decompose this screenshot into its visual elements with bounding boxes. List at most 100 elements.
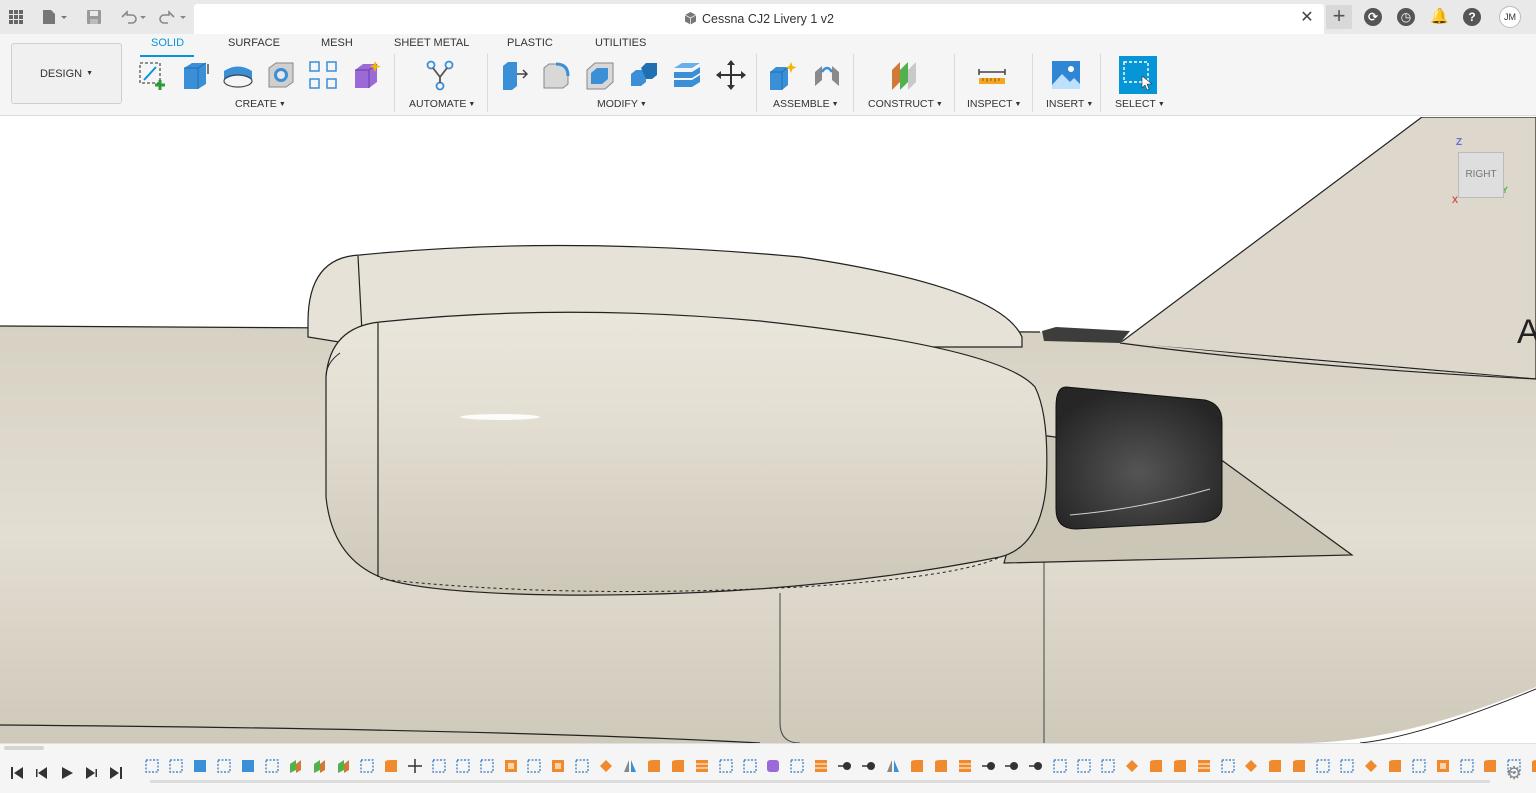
avatar[interactable]: JM (1499, 6, 1521, 28)
timeline-feature-joint-icon[interactable] (981, 758, 997, 774)
go-to-end-icon[interactable] (107, 764, 125, 782)
timeline-feature-joint-icon[interactable] (1004, 758, 1020, 774)
timeline-feature-fillet-icon[interactable] (1172, 758, 1188, 774)
timeline-feature-plane-icon[interactable] (335, 758, 351, 774)
timeline-feature-sketch-icon[interactable] (1339, 758, 1355, 774)
timeline-feature-sketch-icon[interactable] (1076, 758, 1092, 774)
timeline-feature-split-icon[interactable] (957, 758, 973, 774)
timeline-feature-press-icon[interactable] (1243, 758, 1259, 774)
timeline-feature-sketch-icon[interactable] (1100, 758, 1116, 774)
timeline-feature-shell-icon[interactable] (503, 758, 519, 774)
create-form-icon[interactable] (347, 56, 385, 94)
timeline-feature-press-icon[interactable] (1363, 758, 1379, 774)
timeline-feature-form-icon[interactable] (765, 758, 781, 774)
timeline-feature-fillet-icon[interactable] (909, 758, 925, 774)
timeline-feature-shell-icon[interactable] (550, 758, 566, 774)
horizontal-scrollbar[interactable] (4, 746, 44, 750)
save-icon[interactable] (82, 5, 106, 29)
timeline-feature-sketch-icon[interactable] (455, 758, 471, 774)
timeline-feature-sketch-icon[interactable] (479, 758, 495, 774)
document-tab[interactable]: Cessna CJ2 Livery 1 v2 ✕ (194, 4, 1324, 34)
timeline-feature-sketch-icon[interactable] (359, 758, 375, 774)
step-forward-icon[interactable] (82, 764, 100, 782)
tab-utilities[interactable]: UTILITIES (595, 37, 646, 49)
timeline-feature-split-icon[interactable] (1196, 758, 1212, 774)
play-icon[interactable] (58, 764, 76, 782)
pattern-icon[interactable] (304, 56, 342, 94)
create-menu[interactable]: CREATE ▼ (235, 98, 286, 110)
timeline-feature-move-icon[interactable] (407, 758, 423, 774)
timeline-feature-extrude-icon[interactable] (192, 758, 208, 774)
timeline-feature-press-icon[interactable] (598, 758, 614, 774)
timeline-feature-joint-icon[interactable] (861, 758, 877, 774)
timeline-feature-sketch-icon[interactable] (718, 758, 734, 774)
aircraft-model[interactable] (0, 117, 1536, 743)
new-component-icon[interactable] (764, 56, 802, 94)
move-copy-icon[interactable] (712, 56, 750, 94)
timeline-feature-mirror-icon[interactable] (622, 758, 638, 774)
timeline-feature-fillet-icon[interactable] (383, 758, 399, 774)
new-tab-button[interactable]: + (1326, 5, 1352, 29)
help-icon[interactable]: ? (1463, 8, 1481, 26)
close-tab-icon[interactable]: ✕ (1298, 9, 1316, 27)
view-cube[interactable]: Z Y X RIGHT (1450, 137, 1510, 207)
offset-plane-icon[interactable] (884, 56, 922, 94)
insert-image-icon[interactable] (1047, 56, 1085, 94)
tab-solid[interactable]: SOLID (151, 37, 184, 49)
apps-grid-icon[interactable] (4, 5, 28, 29)
timeline-feature-sketch-icon[interactable] (1411, 758, 1427, 774)
viewcube-face-right[interactable]: RIGHT (1458, 152, 1504, 198)
redo-icon[interactable] (156, 5, 190, 29)
timeline-feature-joint-icon[interactable] (837, 758, 853, 774)
timeline-feature-sketch-icon[interactable] (431, 758, 447, 774)
insert-menu[interactable]: INSERT ▼ (1046, 98, 1093, 110)
timeline-feature-shell-icon[interactable] (1435, 758, 1451, 774)
job-status-icon[interactable]: ◷ (1397, 8, 1415, 26)
timeline-feature-sketch-icon[interactable] (216, 758, 232, 774)
go-to-start-icon[interactable] (8, 764, 26, 782)
timeline-feature-fillet-icon[interactable] (646, 758, 662, 774)
timeline-feature-fillet-icon[interactable] (1387, 758, 1403, 774)
timeline-feature-split-icon[interactable] (694, 758, 710, 774)
tab-surface[interactable]: SURFACE (228, 37, 280, 49)
timeline-feature-sketch-icon[interactable] (574, 758, 590, 774)
timeline-feature-fillet-icon[interactable] (1482, 758, 1498, 774)
timeline-feature-sketch-icon[interactable] (526, 758, 542, 774)
timeline-feature-fillet-icon[interactable] (1267, 758, 1283, 774)
modify-menu[interactable]: MODIFY ▼ (597, 98, 647, 110)
fillet-icon[interactable] (538, 56, 576, 94)
revolve-icon[interactable] (219, 56, 257, 94)
timeline-feature-plane-icon[interactable] (287, 758, 303, 774)
timeline-feature-split-icon[interactable] (813, 758, 829, 774)
file-menu-icon[interactable] (38, 5, 72, 29)
timeline-feature-sketch-icon[interactable] (742, 758, 758, 774)
timeline-settings-icon[interactable]: ⚙ (1506, 764, 1524, 782)
inspect-menu[interactable]: INSPECT ▼ (967, 98, 1021, 110)
timeline-feature-fillet-icon[interactable] (1530, 758, 1536, 774)
extrude-icon[interactable] (176, 56, 214, 94)
timeline-feature-sketch-icon[interactable] (1052, 758, 1068, 774)
automate-menu[interactable]: AUTOMATE ▼ (409, 98, 475, 110)
combine-icon[interactable] (625, 56, 663, 94)
timeline-feature-sketch-icon[interactable] (1220, 758, 1236, 774)
timeline-feature-extrude-icon[interactable] (240, 758, 256, 774)
timeline-feature-fillet-icon[interactable] (1148, 758, 1164, 774)
split-body-icon[interactable] (668, 56, 706, 94)
timeline-feature-sketch-icon[interactable] (264, 758, 280, 774)
timeline-feature-fillet-icon[interactable] (933, 758, 949, 774)
timeline-feature-fillet-icon[interactable] (1291, 758, 1307, 774)
notifications-icon[interactable]: 🔔 (1430, 8, 1449, 26)
undo-icon[interactable] (116, 5, 150, 29)
measure-icon[interactable] (973, 56, 1011, 94)
joint-icon[interactable] (808, 56, 846, 94)
timeline-feature-sketch-icon[interactable] (168, 758, 184, 774)
step-back-icon[interactable] (33, 764, 51, 782)
timeline-feature-fillet-icon[interactable] (670, 758, 686, 774)
timeline-feature-press-icon[interactable] (1124, 758, 1140, 774)
tab-plastic[interactable]: PLASTIC (507, 37, 553, 49)
automate-icon[interactable] (421, 56, 459, 94)
timeline-feature-sketch-icon[interactable] (144, 758, 160, 774)
timeline-feature-sketch-icon[interactable] (1459, 758, 1475, 774)
timeline-feature-plane-icon[interactable] (311, 758, 327, 774)
workspace-switcher[interactable]: DESIGN ▼ (11, 43, 122, 104)
